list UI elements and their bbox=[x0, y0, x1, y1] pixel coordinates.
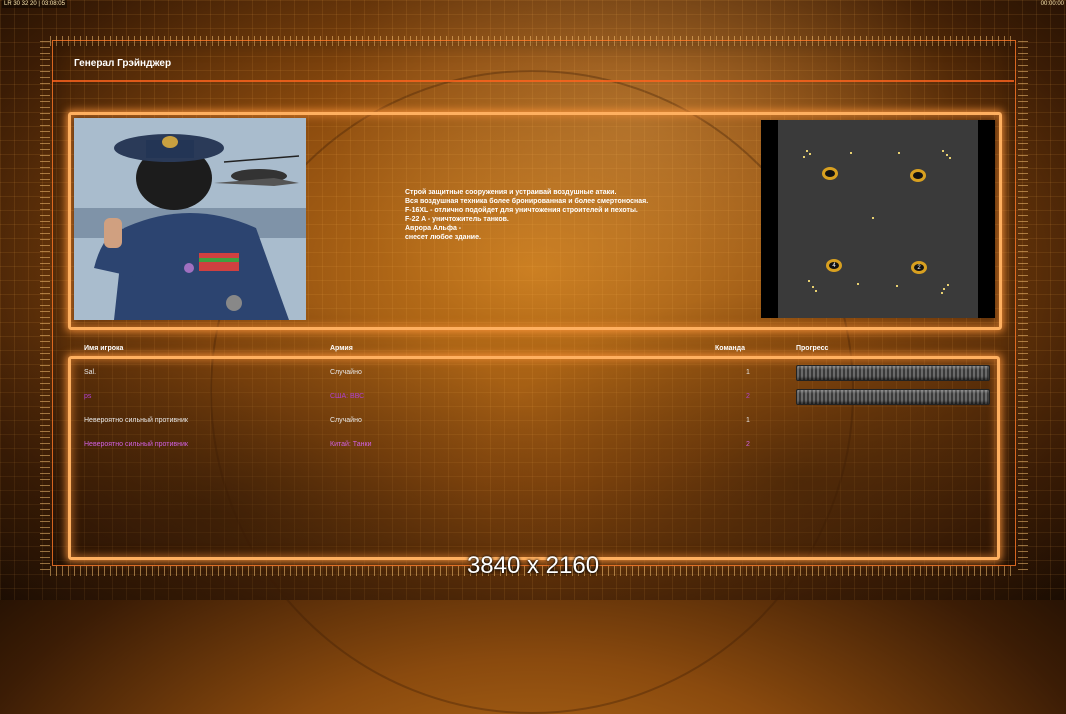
start-position-2[interactable] bbox=[910, 169, 926, 182]
progress-bar bbox=[796, 389, 990, 405]
player-army: США: ВВС bbox=[330, 393, 365, 400]
description-line: снесет любое здание. bbox=[405, 234, 481, 241]
start-position-3[interactable]: 4 bbox=[826, 259, 842, 272]
general-description: Строй защитные сооружения и устраивай во… bbox=[405, 188, 675, 242]
resource-dot bbox=[857, 283, 859, 285]
description-line: Строй защитные сооружения и устраивай во… bbox=[405, 189, 617, 196]
tick-rail-left bbox=[40, 40, 50, 570]
resolution-watermark: 3840 x 2160 bbox=[466, 552, 600, 579]
col-progress: Прогресс bbox=[796, 345, 829, 352]
description-line: F-22 A - уничтожитель танков. bbox=[405, 216, 509, 223]
resource-dot bbox=[806, 150, 808, 152]
resource-dot bbox=[809, 153, 811, 155]
clock-readout: 00:00:00 bbox=[1040, 1, 1064, 7]
resource-dot bbox=[941, 292, 943, 294]
resource-dot bbox=[872, 217, 874, 219]
player-army: Случайно bbox=[330, 417, 362, 424]
player-name: Невероятно сильный противник bbox=[84, 417, 188, 424]
player-name: Невероятно сильный противник bbox=[84, 441, 188, 448]
resource-dot bbox=[896, 285, 898, 287]
resource-dot bbox=[815, 290, 817, 292]
col-team: Команда bbox=[715, 345, 745, 352]
col-army: Армия bbox=[330, 345, 353, 352]
resource-dot bbox=[943, 288, 945, 290]
resource-dot bbox=[803, 156, 805, 158]
player-name: Sal. bbox=[84, 369, 97, 376]
player-army: Китай: Танки bbox=[330, 441, 372, 448]
player-team: 1 bbox=[746, 369, 750, 376]
players-panel bbox=[68, 356, 1000, 560]
col-player-name: Имя игрока bbox=[84, 345, 124, 352]
description-line: Вся воздушная техника более бронированна… bbox=[405, 198, 649, 205]
description-line: Аврора Альфа - bbox=[405, 225, 462, 232]
resource-dot bbox=[946, 154, 948, 156]
resource-dot bbox=[949, 157, 951, 159]
resource-dot bbox=[898, 152, 900, 154]
header-divider bbox=[52, 80, 1014, 82]
player-name: ps bbox=[84, 393, 92, 400]
progress-bar bbox=[796, 365, 990, 381]
resource-dot bbox=[942, 150, 944, 152]
start-position-1[interactable] bbox=[822, 167, 838, 180]
resource-dot bbox=[812, 286, 814, 288]
resource-dot bbox=[947, 284, 949, 286]
general-portrait bbox=[74, 118, 306, 320]
player-army: Случайно bbox=[330, 369, 362, 376]
debug-info-left: LR 30 32 20 | 03:08:05 bbox=[2, 0, 67, 8]
player-team: 2 bbox=[746, 393, 750, 400]
resource-dot bbox=[808, 280, 810, 282]
player-team: 2 bbox=[746, 441, 750, 448]
description-line: F-16XL - отлично подойдет для уничтожени… bbox=[405, 207, 638, 214]
tick-rail-right bbox=[1018, 40, 1028, 570]
general-title: Генерал Грэйнджер bbox=[74, 58, 172, 69]
minimap-terrain: 4 2 bbox=[778, 120, 978, 318]
start-position-4[interactable]: 2 bbox=[911, 261, 927, 274]
resource-dot bbox=[850, 152, 852, 154]
player-team: 1 bbox=[746, 417, 750, 424]
minimap[interactable]: 4 2 bbox=[761, 120, 995, 318]
